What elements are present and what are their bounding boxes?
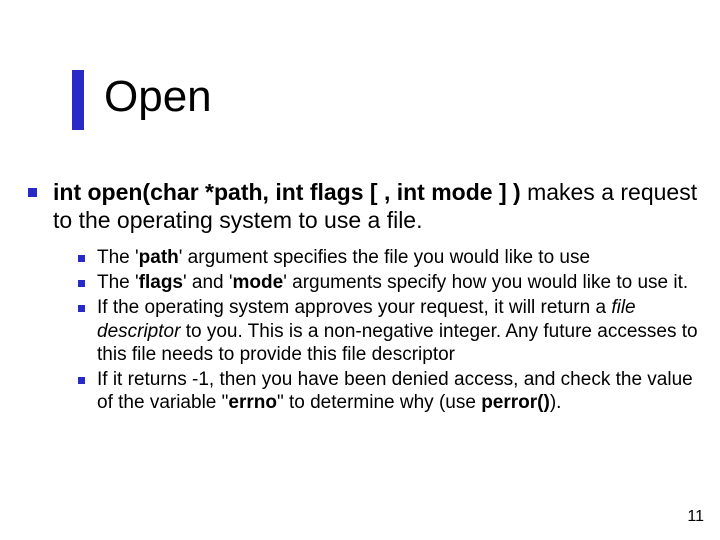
function-signature: int open(char *path, int flags [ , int m… (53, 179, 521, 205)
bullet-square-icon (78, 280, 85, 287)
list-item-text: The 'flags' and 'mode' arguments specify… (97, 271, 688, 294)
keyword-mode: mode (233, 272, 284, 293)
list-item: If it returns -1, then you have been den… (78, 368, 700, 414)
keyword-errno: errno (228, 392, 277, 413)
keyword-path: path (139, 247, 179, 268)
keyword-perror: perror() (481, 392, 550, 413)
slide-body: int open(char *path, int flags [ , int m… (28, 178, 700, 416)
list-item-text: If it returns -1, then you have been den… (97, 368, 700, 414)
text-fragment: " to determine why (use (277, 392, 481, 413)
bullet-square-icon (78, 305, 85, 312)
list-item: If the operating system approves your re… (78, 296, 700, 366)
text-fragment: ' argument specifies the file you would … (179, 247, 590, 268)
main-bullet: int open(char *path, int flags [ , int m… (28, 178, 700, 234)
page-number: 11 (687, 508, 704, 526)
list-item-text: The 'path' argument specifies the file y… (97, 246, 590, 269)
text-fragment: to you. This is a non-negative integer. … (97, 321, 698, 365)
text-fragment: ' arguments specify how you would like t… (283, 272, 688, 293)
bullet-square-icon (78, 377, 85, 384)
keyword-flags: flags (139, 272, 183, 293)
list-item: The 'flags' and 'mode' arguments specify… (78, 271, 700, 294)
title-accent-bar (72, 70, 84, 130)
bullet-square-icon (78, 255, 85, 262)
slide: Open int open(char *path, int flags [ , … (0, 0, 720, 540)
list-item-text: If the operating system approves your re… (97, 296, 700, 366)
text-fragment: The ' (97, 272, 139, 293)
main-bullet-text: int open(char *path, int flags [ , int m… (53, 178, 700, 234)
sub-bullet-list: The 'path' argument specifies the file y… (78, 246, 700, 414)
text-fragment: ). (550, 392, 562, 413)
list-item: The 'path' argument specifies the file y… (78, 246, 700, 269)
bullet-square-icon (28, 188, 37, 197)
slide-title: Open (104, 72, 212, 122)
text-fragment: ' and ' (183, 272, 233, 293)
text-fragment: The ' (97, 247, 139, 268)
text-fragment: If the operating system approves your re… (97, 297, 611, 318)
